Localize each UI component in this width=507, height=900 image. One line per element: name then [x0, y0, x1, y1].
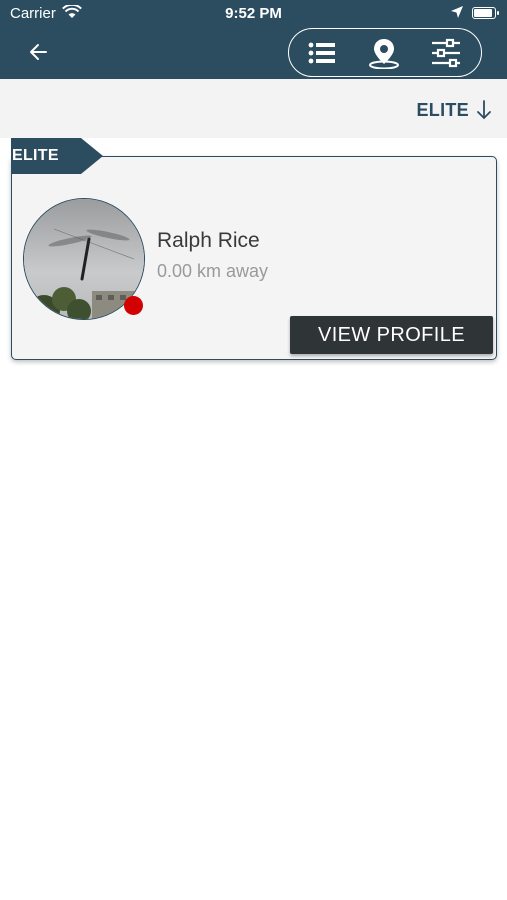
status-time: 9:52 PM — [225, 5, 282, 22]
view-profile-button[interactable]: VIEW PROFILE — [290, 316, 493, 354]
list-icon[interactable] — [305, 37, 339, 69]
back-arrow-icon[interactable] — [24, 38, 54, 68]
arrow-down-icon[interactable] — [475, 99, 493, 121]
filter-sliders-icon[interactable] — [429, 37, 463, 69]
profile-name: Ralph Rice — [157, 229, 260, 252]
status-bar: Carrier 9:52 PM — [0, 0, 507, 28]
view-mode-toggle — [288, 28, 482, 77]
elite-tag-label: ELITE — [12, 147, 59, 164]
map-pin-icon[interactable] — [367, 37, 401, 69]
location-arrow-icon — [451, 6, 463, 18]
battery-icon — [472, 7, 499, 19]
profile-distance: 0.00 km away — [157, 261, 269, 281]
online-status-dot — [124, 296, 143, 315]
sort-label[interactable]: ELITE — [416, 100, 469, 121]
